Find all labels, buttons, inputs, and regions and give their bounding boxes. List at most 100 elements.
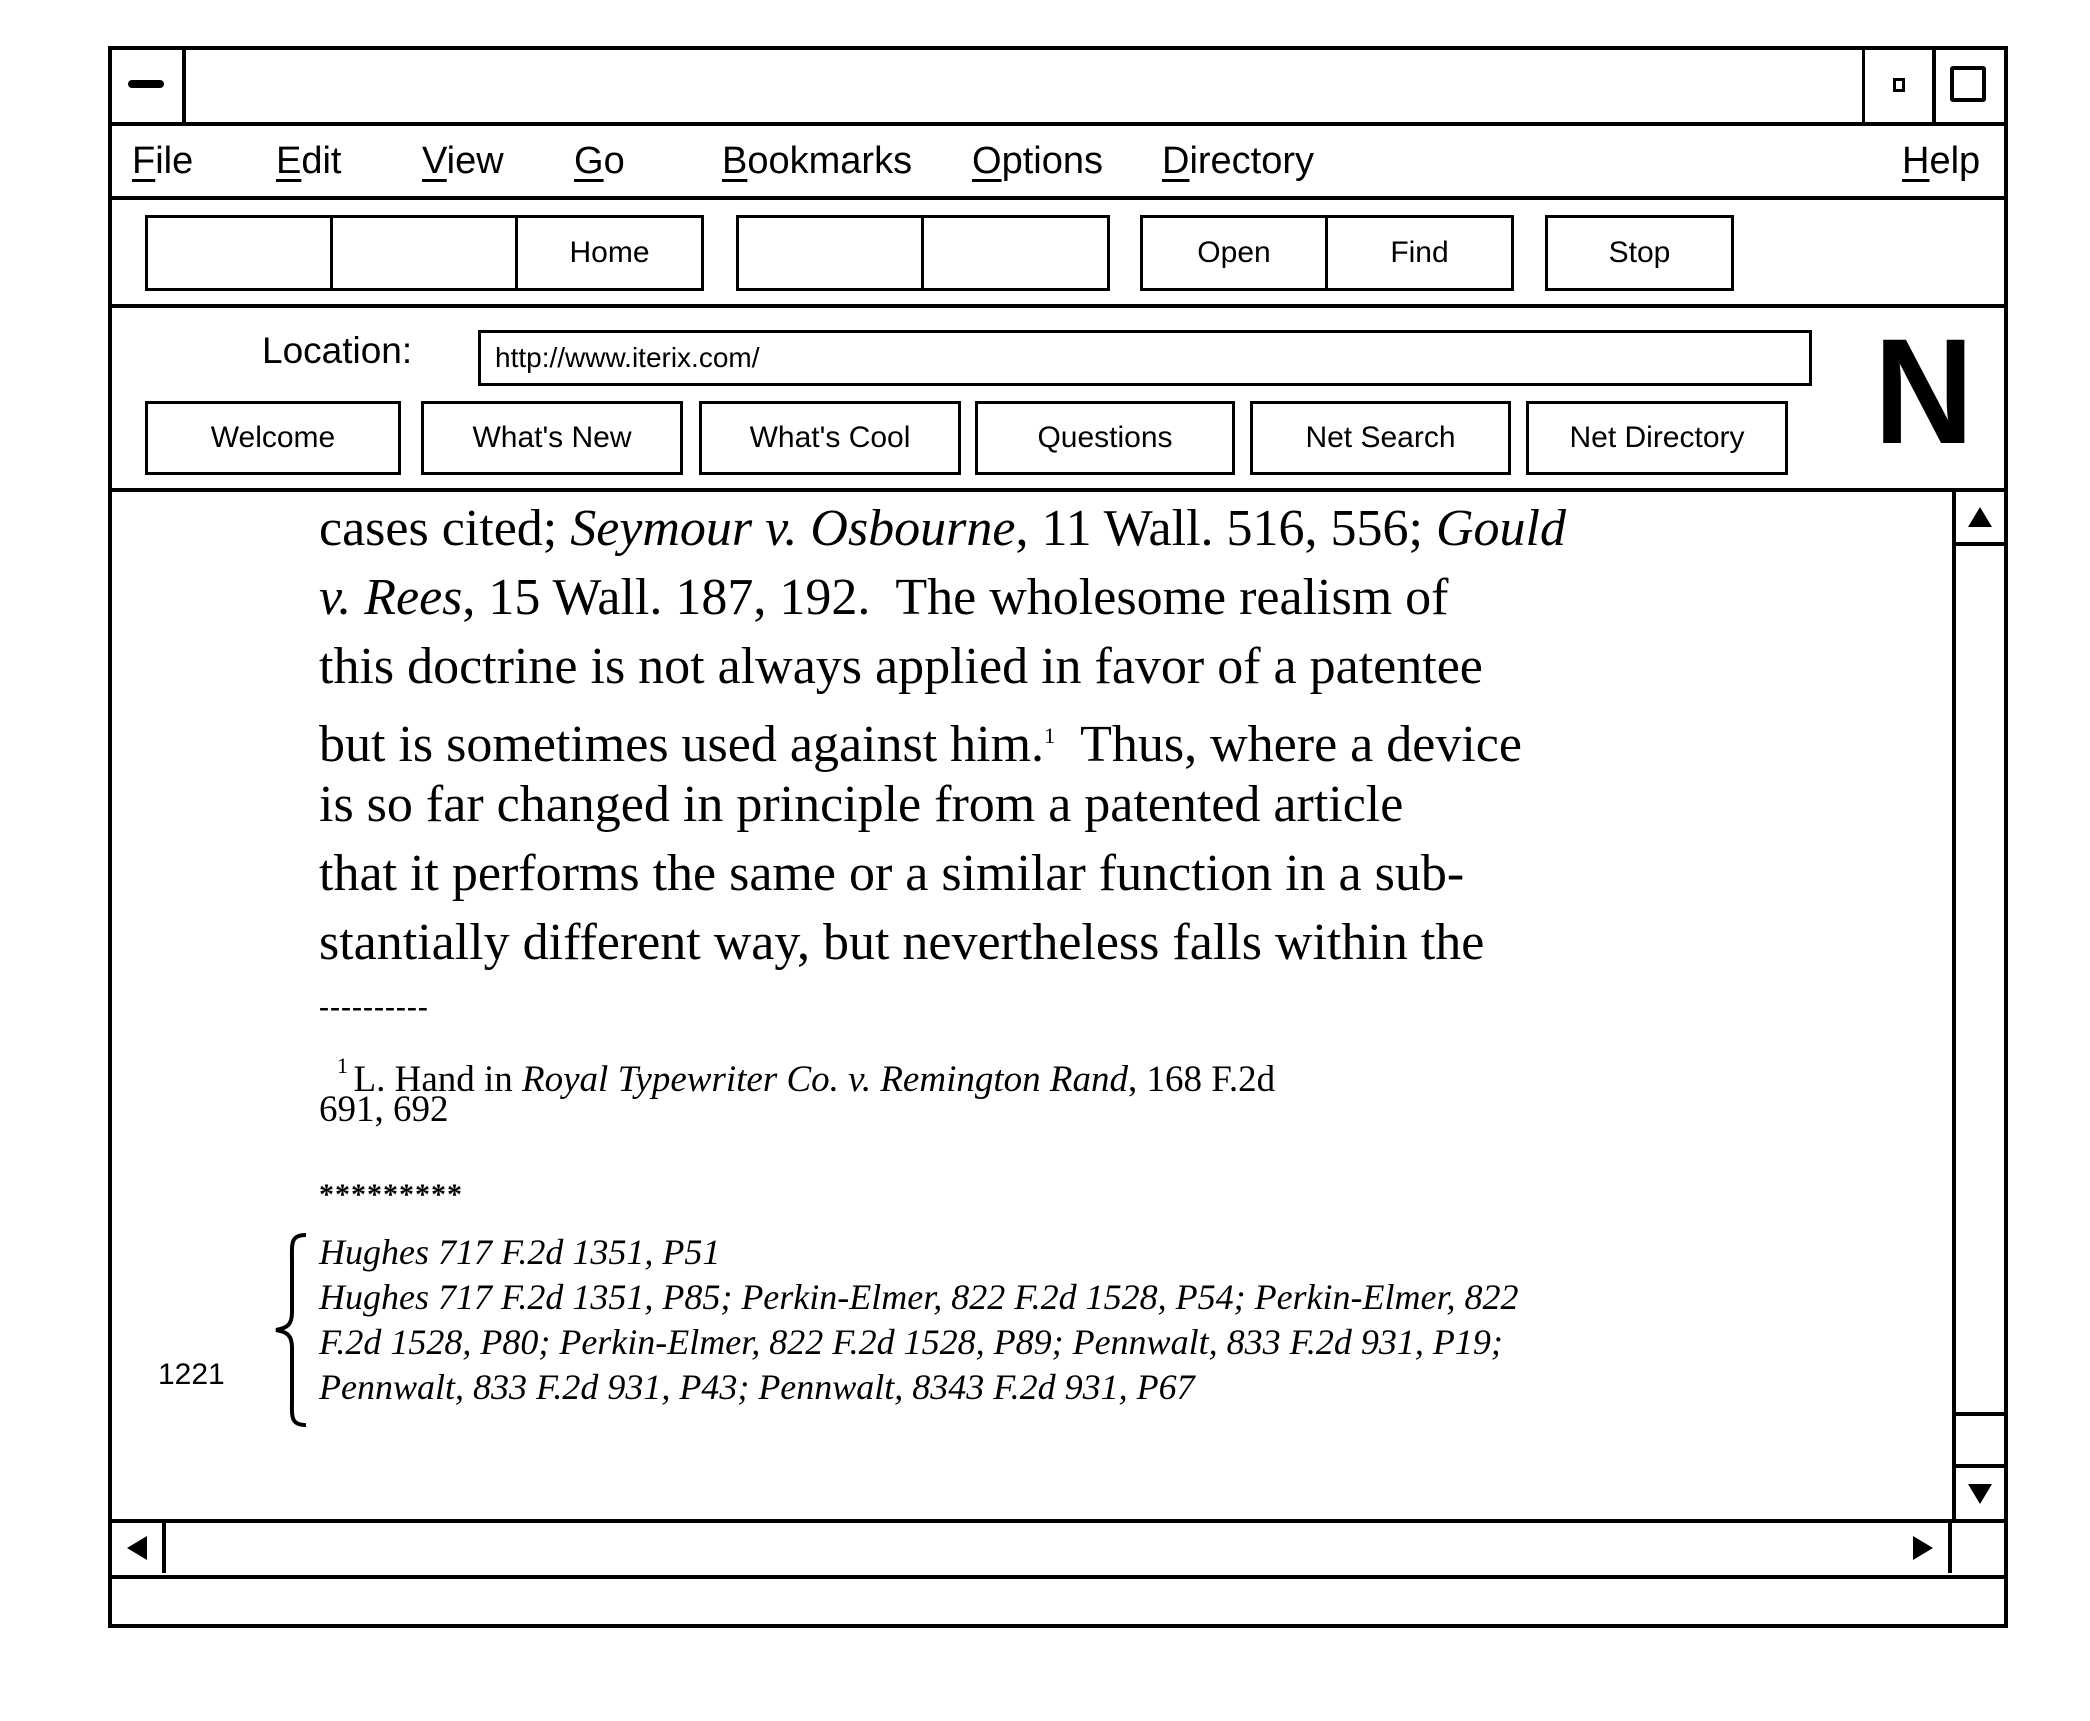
horizontal-scrollbar[interactable]: [112, 1519, 2004, 1575]
scroll-left-button[interactable]: [112, 1523, 166, 1573]
open-button[interactable]: Open: [1140, 215, 1328, 291]
minimize-button[interactable]: [1862, 50, 1936, 124]
menu-label: ile: [155, 140, 194, 182]
menu-file[interactable]: File: [132, 138, 193, 184]
menu-mnemonic: V: [422, 140, 447, 182]
text-run: Thus, where a device: [1055, 716, 1522, 773]
window-menu-icon: [128, 80, 164, 88]
toolbar-button-images[interactable]: [921, 215, 1110, 291]
footnote-separator: ----------: [319, 990, 429, 1023]
menu-label: irectory: [1189, 140, 1315, 182]
text-run: , 11 Wall. 516, 556;: [1015, 500, 1436, 557]
footnote-line: 1 L. Hand in Royal Typewriter Co. v. Rem…: [337, 1053, 1276, 1100]
italic-text: v. Rees: [319, 569, 463, 626]
body-line: this doctrine is not always applied in f…: [319, 632, 1566, 701]
italic-text: Seymour v. Osbourne: [570, 500, 1016, 557]
document-body: cases cited; Seymour v. Osbourne, 11 Wal…: [319, 494, 1566, 977]
whats-new-button[interactable]: What's New: [421, 401, 683, 475]
footnote-marker: 1: [337, 1053, 354, 1078]
footnote-continuation: 691, 692: [319, 1089, 449, 1130]
menu-mnemonic: H: [1902, 140, 1930, 182]
whats-cool-button[interactable]: What's Cool: [699, 401, 961, 475]
scroll-right-button[interactable]: [1898, 1523, 1952, 1573]
location-area: Location: http://www.iterix.com/ Welcome…: [112, 308, 2004, 490]
menu-options[interactable]: Options: [972, 138, 1103, 184]
home-button[interactable]: Home: [515, 215, 704, 291]
menu-mnemonic: B: [722, 140, 748, 182]
body-line: cases cited; Seymour v. Osbourne, 11 Wal…: [319, 494, 1566, 563]
text-run: that it performs the same or a similar f…: [319, 845, 1465, 902]
body-line: is so far changed in principle from a pa…: [319, 770, 1566, 839]
maximize-icon: [1950, 66, 1986, 102]
maximize-button[interactable]: [1936, 50, 2004, 124]
menu-directory[interactable]: Directory: [1162, 138, 1314, 184]
text-run: cases cited;: [319, 500, 571, 557]
browser-logo: N: [1874, 307, 1974, 475]
section-separator: *********: [319, 1178, 463, 1211]
menu-mnemonic: G: [574, 140, 604, 182]
minimize-icon: [1893, 78, 1905, 92]
footnote: 1 L. Hand in Royal Typewriter Co. v. Rem…: [319, 1044, 1276, 1130]
text-run: , 15 Wall. 187, 192. The wholesome reali…: [462, 569, 1449, 626]
body-line: that it performs the same or a similar f…: [319, 839, 1566, 908]
find-button[interactable]: Find: [1325, 215, 1514, 291]
body-line: but is sometimes used against him.1 Thus…: [319, 701, 1566, 773]
scroll-down-button[interactable]: [1956, 1467, 2004, 1521]
location-input[interactable]: http://www.iterix.com/: [478, 330, 1812, 386]
brace-icon: [275, 1233, 307, 1427]
body-line: v. Rees, 15 Wall. 187, 192. The wholesom…: [319, 563, 1566, 632]
title-bar: [112, 50, 2004, 124]
menu-label: o: [603, 140, 625, 182]
menu-bookmarks[interactable]: Bookmarks: [722, 138, 912, 184]
toolbar-button-reload[interactable]: [736, 215, 924, 291]
text-run: is so far changed in principle from a pa…: [319, 776, 1404, 833]
menu-view[interactable]: View: [422, 138, 504, 184]
citation-line[interactable]: Pennwalt, 833 F.2d 931, P43; Pennwalt, 8…: [319, 1365, 1519, 1410]
italic-text: Royal Typewriter Co. v. Remington Rand: [522, 1059, 1128, 1100]
footnote-marker: 1: [1044, 723, 1056, 748]
menu-edit[interactable]: Edit: [276, 138, 342, 184]
toolbar-button-forward[interactable]: [330, 215, 518, 291]
toolbar-button-back[interactable]: [145, 215, 333, 291]
content-area: cases cited; Seymour v. Osbourne, 11 Wal…: [112, 492, 1952, 1521]
location-label: Location:: [262, 330, 413, 371]
questions-button[interactable]: Questions: [975, 401, 1235, 475]
menu-mnemonic: D: [1162, 140, 1190, 182]
italic-text: Gould: [1435, 500, 1566, 557]
menu-help[interactable]: Help: [1902, 138, 1980, 184]
menu-go[interactable]: Go: [574, 138, 625, 184]
menu-bar: File Edit View Go Bookmarks Options Dire…: [112, 126, 2004, 198]
browser-window: File Edit View Go Bookmarks Options Dire…: [108, 46, 2008, 1628]
menu-mnemonic: O: [972, 140, 1002, 182]
body-line: stantially different way, but neverthele…: [319, 908, 1566, 977]
menu-label: dit: [301, 140, 342, 182]
reference-label: 1221: [158, 1358, 225, 1391]
menu-label: elp: [1929, 140, 1981, 182]
menu-label: ptions: [1001, 140, 1103, 182]
text-run: , 168 F.2d: [1127, 1059, 1276, 1100]
net-directory-button[interactable]: Net Directory: [1526, 401, 1788, 475]
text-run: stantially different way, but neverthele…: [319, 914, 1485, 971]
vertical-scrollbar[interactable]: [1952, 492, 2004, 1521]
arrow-left-icon: [127, 1536, 147, 1560]
arrow-right-icon: [1913, 1536, 1933, 1560]
stop-button[interactable]: Stop: [1545, 215, 1734, 291]
arrow-up-icon: [1968, 507, 1992, 527]
net-search-button[interactable]: Net Search: [1250, 401, 1511, 475]
citation-line[interactable]: Hughes 717 F.2d 1351, P85; Perkin-Elmer,…: [319, 1275, 1519, 1320]
menu-label: iew: [446, 140, 504, 182]
citation-line[interactable]: F.2d 1528, P80; Perkin-Elmer, 822 F.2d 1…: [319, 1320, 1519, 1365]
citation-line[interactable]: Hughes 717 F.2d 1351, P51: [319, 1230, 1519, 1275]
toolbar: Home Open Find Stop: [112, 200, 2004, 306]
menu-mnemonic: E: [276, 140, 302, 182]
window-menu-button[interactable]: [112, 50, 186, 124]
status-bar: [112, 1575, 2004, 1624]
menu-mnemonic: F: [132, 140, 156, 182]
text-run: but is sometimes used against him.: [319, 716, 1045, 773]
citation-list: Hughes 717 F.2d 1351, P51 Hughes 717 F.2d…: [319, 1230, 1519, 1410]
scroll-thumb[interactable]: [1956, 1412, 2004, 1468]
welcome-button[interactable]: Welcome: [145, 401, 401, 475]
menu-label: ookmarks: [747, 140, 913, 182]
window-title: [186, 50, 1862, 124]
scroll-up-button[interactable]: [1956, 492, 2004, 546]
